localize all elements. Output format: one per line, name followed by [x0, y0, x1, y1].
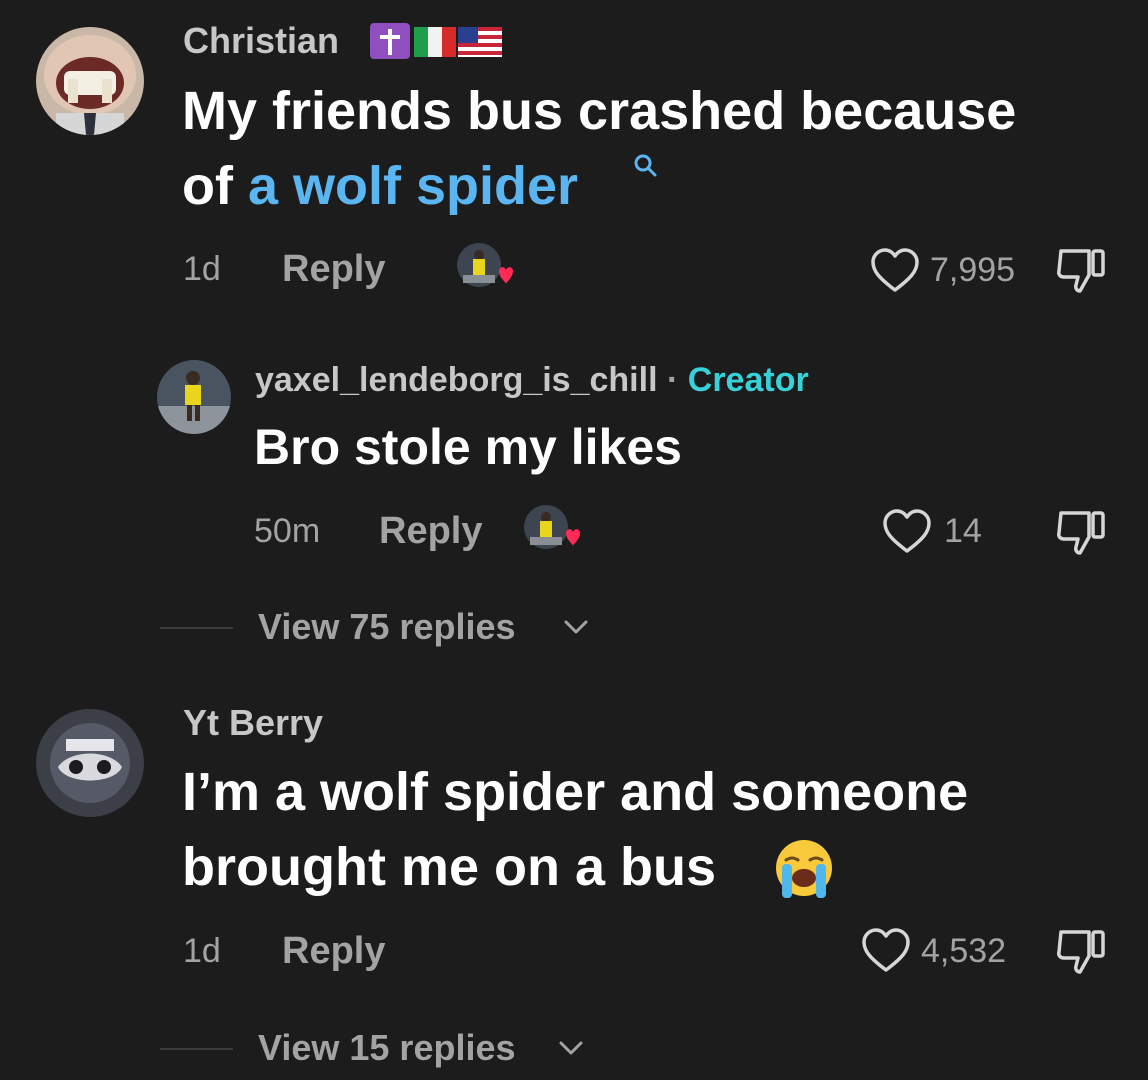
like-count: 14 [944, 512, 982, 550]
avatar[interactable] [157, 360, 231, 434]
reply-button[interactable]: Reply [282, 247, 385, 291]
reply-button[interactable]: Reply [379, 509, 482, 553]
comment-timestamp: 1d [183, 250, 221, 288]
comment-text: Bro stole my likes [254, 419, 682, 475]
dislike-icon[interactable] [1053, 507, 1109, 559]
loudly-crying-face-icon [772, 838, 836, 900]
dislike-icon[interactable] [1053, 245, 1109, 297]
comment-text-line2: brought me on a bus [182, 837, 716, 897]
divider [160, 1048, 233, 1050]
separator-dot: · [666, 361, 679, 399]
avatar[interactable] [36, 27, 144, 135]
chevron-down-icon[interactable] [563, 618, 589, 636]
comment-timestamp: 50m [254, 512, 321, 550]
comment-text: I’m a wolf spider and someone [182, 762, 969, 822]
creator-liked-avatar-icon [522, 503, 582, 555]
italy-flag-icon [414, 27, 456, 57]
dislike-icon[interactable] [1053, 926, 1109, 978]
comment-username[interactable]: yaxel_lendeborg_is_chill · Creator [255, 360, 809, 400]
creator-liked-avatar-icon [455, 241, 515, 293]
like-heart-icon[interactable] [881, 508, 933, 556]
like-count: 7,995 [930, 251, 1016, 289]
view-replies-button[interactable]: View 75 replies [258, 606, 516, 648]
search-icon[interactable] [632, 152, 660, 180]
reply-button[interactable]: Reply [282, 929, 385, 973]
comment-text: My friends bus crashed because [182, 81, 1017, 141]
comment-username[interactable]: Yt Berry [183, 702, 323, 744]
latin-cross-icon [370, 23, 410, 59]
comment-text-line2: of a wolf spider [182, 156, 579, 216]
view-replies-button[interactable]: View 15 replies [258, 1027, 516, 1069]
search-link[interactable]: a wolf spider [248, 156, 578, 216]
comment-timestamp: 1d [183, 932, 221, 970]
divider [160, 627, 233, 629]
like-heart-icon[interactable] [869, 247, 921, 295]
like-heart-icon[interactable] [860, 927, 912, 975]
avatar[interactable] [36, 709, 144, 817]
usa-flag-icon [458, 27, 502, 57]
creator-badge: Creator [687, 361, 809, 399]
chevron-down-icon[interactable] [558, 1039, 584, 1057]
like-count: 4,532 [921, 932, 1007, 970]
comment-username[interactable]: Christian [183, 20, 339, 62]
